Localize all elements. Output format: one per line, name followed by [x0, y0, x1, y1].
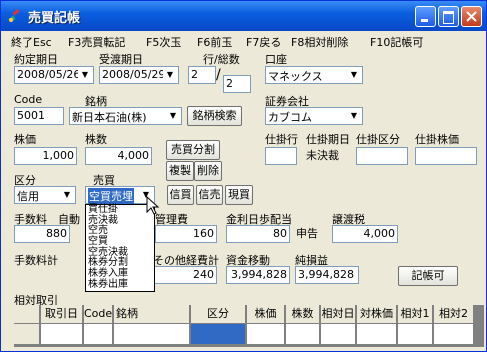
app-icon [8, 8, 20, 23]
table-cell[interactable] [286, 324, 320, 344]
split-button[interactable]: 売買分割 [166, 140, 220, 160]
row-input[interactable]: 2 [188, 66, 216, 84]
net-input[interactable]: 3,994,828 [295, 266, 359, 284]
col-header[interactable]: 相対日 [321, 305, 356, 323]
maximize-button[interactable] [438, 6, 459, 27]
account-label: 口座 [265, 53, 287, 66]
spot-buy-button[interactable]: 現買 [225, 185, 253, 205]
table-cell[interactable] [41, 324, 83, 344]
delivery-date-select[interactable]: 2008/05/29 ▼ [99, 66, 179, 84]
table-cell[interactable] [114, 324, 190, 344]
trade-select[interactable]: 空買売埋 ▼ [85, 186, 155, 204]
col-header[interactable]: 相対1 [398, 305, 433, 323]
pending-type-label: 仕掛区分 [356, 133, 400, 146]
code-input[interactable]: 5001 [14, 107, 64, 125]
col-header[interactable]: 株価 [247, 305, 285, 323]
menu-trade-post[interactable]: F3売買転記 [68, 34, 125, 50]
chevron-down-icon: ▼ [347, 68, 361, 82]
maximize-icon [443, 11, 454, 24]
table-cell[interactable] [84, 324, 113, 344]
col-header[interactable]: 株数 [286, 305, 320, 323]
menu-enable-post[interactable]: F10記帳可 [370, 34, 423, 50]
menu-bar: 終了Esc F3売買転記 F5次玉 F6前玉 F7戻る F8相対削除 F10記帳… [1, 31, 486, 49]
broker-select[interactable]: カブコム ▼ [265, 107, 363, 125]
chevron-down-icon: ▼ [163, 68, 177, 82]
main-window: 売買記帳 終了Esc F3売買転記 F5次玉 F6前玉 F7戻る F8相対削除 … [0, 0, 487, 352]
grid-corner [14, 305, 40, 323]
code-label: Code [14, 93, 43, 106]
fee-total-label: 手数料計 [14, 254, 58, 267]
col-header[interactable]: 対株価 [357, 305, 397, 323]
contract-date-label: 約定期日 [14, 53, 58, 66]
transfer-input[interactable]: 3,994,828 [226, 266, 290, 284]
account-select[interactable]: マネックス ▼ [265, 66, 363, 84]
chevron-down-icon: ▼ [78, 68, 92, 82]
chevron-down-icon: ▼ [347, 109, 361, 123]
pending-date-value: 未決裁 [306, 149, 339, 162]
window-title: 売買記帳 [28, 11, 81, 26]
fee-input[interactable]: 880 [14, 225, 70, 243]
col-header[interactable]: 区分 [191, 305, 246, 323]
declare-label[interactable]: 申告 [296, 225, 318, 243]
mouse-cursor-icon [146, 196, 160, 215]
close-icon [466, 11, 477, 22]
credit-buy-button[interactable]: 信買 [167, 185, 194, 205]
menu-prev[interactable]: F6前玉 [197, 34, 232, 50]
slash-separator: / [216, 67, 221, 83]
pending-type-field [356, 147, 408, 165]
credit-sell-button[interactable]: 信売 [196, 185, 223, 205]
delete-button[interactable]: 削除 [194, 161, 222, 181]
post-enable-button[interactable]: 記帳可 [398, 266, 458, 286]
total-input[interactable]: 2 [223, 75, 251, 93]
stock-select[interactable]: 新日本石油(株) ▼ [69, 107, 182, 125]
table-cell[interactable] [247, 324, 285, 344]
table-cell[interactable] [434, 324, 474, 344]
price-input[interactable]: 1,000 [14, 147, 77, 165]
row-header[interactable] [14, 324, 40, 344]
contract-date-select[interactable]: 2008/05/26 ▼ [14, 66, 94, 84]
col-header[interactable]: Code [84, 305, 113, 323]
other-expense-input[interactable]: 240 [153, 266, 217, 284]
row-total-label: 行/総数 [203, 53, 240, 66]
pending-row-label: 仕掛行 [265, 133, 298, 146]
minimize-button[interactable] [415, 6, 436, 27]
minimize-icon [421, 19, 428, 22]
tax-input[interactable]: 4,000 [332, 225, 398, 243]
table-cell[interactable] [321, 324, 356, 344]
pending-price-field [415, 147, 477, 165]
close-button[interactable] [461, 6, 482, 27]
dropdown-item[interactable]: 株券出庫 [86, 279, 154, 291]
col-header[interactable]: 取引日 [41, 305, 83, 323]
col-header[interactable]: 銘柄 [114, 305, 190, 323]
interest-input[interactable]: 80 [226, 225, 290, 243]
trade-dropdown-list[interactable]: 買仕掛 売決裁 空売 空買 空売決裁 株券分割 株券入庫 株券出庫 [85, 204, 155, 292]
mgmt-input[interactable]: 160 [155, 225, 217, 243]
table-cell[interactable] [357, 324, 397, 344]
menu-exit[interactable]: 終了Esc [11, 34, 52, 50]
title-bar: 売買記帳 [1, 1, 486, 31]
table-cell-selected[interactable] [191, 324, 246, 344]
pending-date-label: 仕掛期日 [306, 133, 350, 146]
pending-row-field [265, 147, 297, 165]
copy-button[interactable]: 複製 [166, 161, 194, 181]
col-header[interactable]: 相対2 [434, 305, 474, 323]
menu-next[interactable]: F5次玉 [146, 34, 181, 50]
chevron-down-icon: ▼ [166, 109, 180, 123]
table-cell[interactable] [398, 324, 433, 344]
delivery-date-label: 受渡期日 [99, 53, 143, 66]
qty-label: 株数 [85, 133, 107, 146]
qty-input[interactable]: 4,000 [85, 147, 152, 165]
relative-grid[interactable]: 取引日 Code 銘柄 区分 株価 株数 相対日 対株価 相対1 相対2 [14, 305, 484, 347]
chevron-down-icon: ▼ [60, 188, 74, 202]
stock-search-button[interactable]: 銘柄検索 [187, 106, 242, 126]
pending-price-label: 仕掛株価 [415, 133, 459, 146]
category-select[interactable]: 信用 ▼ [14, 186, 76, 204]
menu-back[interactable]: F7戻る [246, 34, 281, 50]
price-label: 株価 [14, 133, 36, 146]
menu-delete-relative[interactable]: F8相対削除 [291, 34, 348, 50]
